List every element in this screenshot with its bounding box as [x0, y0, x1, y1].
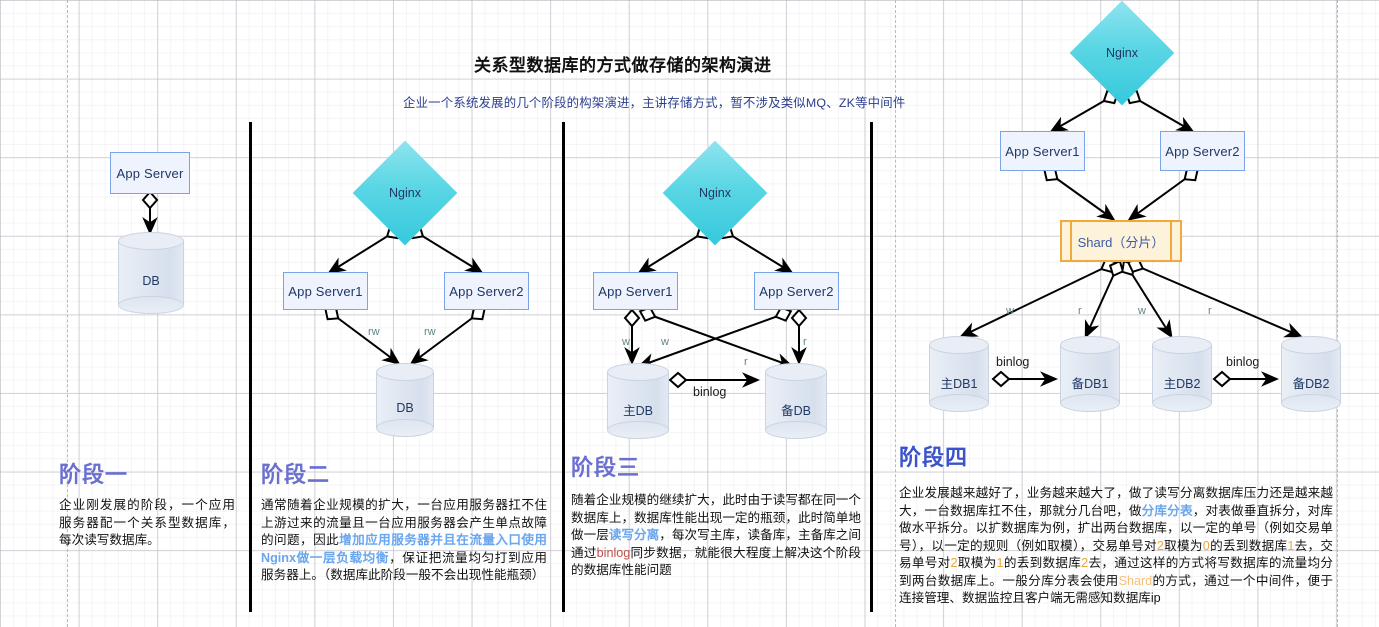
- stage4-desc-part: 取模为: [1163, 538, 1203, 553]
- stage4-desc-shard: Shard: [1118, 573, 1153, 588]
- node-label: 备DB1: [1071, 376, 1109, 391]
- stage3-title: 阶段三: [571, 455, 641, 480]
- node-label: Nginx: [699, 186, 731, 200]
- stage2-edge-label-rw-left: rw: [368, 326, 380, 338]
- stage4-desc-part: 的丢到数据库: [1209, 538, 1288, 553]
- stage4-desc-num: 2: [1156, 538, 1164, 553]
- node-label: Shard（分片）: [1077, 234, 1165, 250]
- node-label: Nginx: [389, 186, 421, 200]
- stage3-nginx-node[interactable]: Nginx: [662, 140, 768, 246]
- node-label: DB: [142, 274, 160, 288]
- node-label: Nginx: [1106, 46, 1138, 60]
- section-divider-2-3: [562, 122, 565, 612]
- stage4-shard-node[interactable]: Shard（分片）: [1060, 220, 1182, 262]
- stage2-description: 通常随着企业规模的扩大，一台应用服务器扛不住上游过来的流量且一台应用服务器会产生…: [261, 497, 547, 585]
- page-break-guide: [1337, 0, 1338, 627]
- stage3-app-server2-node[interactable]: App Server2: [754, 272, 839, 310]
- diagram-canvas: 关系型数据库的方式做存储的架构演进 企业一个系统发展的几个阶段的构架演进，主讲存…: [0, 0, 1379, 627]
- stage4-edge-label-r2: r: [1208, 305, 1212, 317]
- stage3-description: 随着企业规模的继续扩大，此时由于读写都在同一个数据库上，数据库性能出现一定的瓶颈…: [571, 492, 861, 580]
- stage3-edge-label-binlog: binlog: [693, 385, 727, 399]
- node-label: App Server1: [598, 283, 673, 299]
- stage1-description: 企业刚发展的阶段，一个应用服务器配一个关系型数据库，每次读写数据库。: [59, 497, 235, 550]
- stage3-desc-binlog: binlog: [596, 545, 631, 560]
- stage4-app-server1-node[interactable]: App Server1: [1000, 131, 1085, 171]
- node-label: App Server: [116, 165, 184, 181]
- node-label: 主DB: [623, 403, 653, 418]
- stage3-edge-label-r2: r: [803, 336, 807, 348]
- section-divider-3-4: [870, 122, 873, 612]
- stage4-desc-part: 的丢到数据库: [1003, 556, 1082, 570]
- stage3-edge-label-w1: w: [622, 336, 630, 348]
- node-label: DB: [396, 401, 414, 415]
- stage4-slave-db1-node[interactable]: 备DB1: [1060, 336, 1120, 412]
- stage1-desc-part: 企业刚发展的阶段，一个应用服务器配一个关系型数据库，每次读写数据库。: [59, 498, 235, 547]
- stage4-edge-label-binlog2: binlog: [1226, 355, 1260, 369]
- page-subtitle: 企业一个系统发展的几个阶段的构架演进，主讲存储方式，暂不涉及类似MQ、ZK等中间…: [403, 96, 906, 110]
- stage2-app-server2-node[interactable]: App Server2: [444, 272, 529, 310]
- stage4-master-db1-node[interactable]: 主DB1: [929, 336, 989, 412]
- stage1-title: 阶段一: [59, 462, 129, 487]
- stage3-master-db-node[interactable]: 主DB: [607, 363, 669, 439]
- node-label: App Server1: [1005, 143, 1080, 159]
- stage4-slave-db2-node[interactable]: 备DB2: [1281, 336, 1341, 412]
- stage4-edge-label-w2: w: [1138, 305, 1146, 317]
- stage2-title: 阶段二: [261, 462, 331, 487]
- stage1-db-node[interactable]: DB: [118, 232, 184, 314]
- stage4-nginx-node[interactable]: Nginx: [1069, 0, 1175, 106]
- node-label: 备DB2: [1292, 376, 1330, 391]
- node-label: App Server1: [288, 283, 363, 299]
- stage1-app-server-node[interactable]: App Server: [110, 152, 190, 194]
- stage2-nginx-node[interactable]: Nginx: [352, 140, 458, 246]
- stage4-edge-label-r1: r: [1078, 305, 1082, 317]
- stage3-slave-db-node[interactable]: 备DB: [765, 363, 827, 439]
- stage4-desc-num: 2: [950, 556, 958, 570]
- stage4-master-db2-node[interactable]: 主DB2: [1152, 336, 1212, 412]
- stage4-edge-label-w1: w: [1006, 305, 1014, 317]
- stage2-db-node[interactable]: DB: [376, 363, 434, 437]
- stage4-app-server2-node[interactable]: App Server2: [1160, 131, 1245, 171]
- stage4-description: 企业发展越来越好了，业务越来越大了，做了读写分离数据库压力还是越来越大，一台数据…: [899, 485, 1333, 608]
- stage4-title: 阶段四: [899, 445, 969, 470]
- node-label: App Server2: [759, 283, 834, 299]
- stage2-app-server1-node[interactable]: App Server1: [283, 272, 368, 310]
- stage3-app-server1-node[interactable]: App Server1: [593, 272, 678, 310]
- stage3-desc-highlight: 读写分离: [608, 528, 660, 542]
- stage3-edge-label-w2: w: [661, 336, 669, 348]
- stage4-desc-num: 1: [996, 556, 1004, 570]
- stage3-edge-label-r1: r: [744, 356, 748, 368]
- node-label: App Server2: [1165, 143, 1240, 159]
- stage4-edge-label-binlog1: binlog: [996, 355, 1030, 369]
- stage4-desc-part: 取模为: [957, 556, 997, 570]
- stage4-desc-highlight: 分库分表: [1141, 503, 1193, 518]
- stage2-edge-label-rw-right: rw: [424, 326, 436, 338]
- node-label: 备DB: [781, 403, 811, 418]
- stage4-desc-num: 0: [1202, 538, 1210, 553]
- node-label: 主DB1: [940, 376, 978, 391]
- node-label: 主DB2: [1163, 376, 1201, 391]
- section-divider-1-2: [249, 122, 252, 612]
- node-label: App Server2: [449, 283, 524, 299]
- page-title: 关系型数据库的方式做存储的架构演进: [474, 56, 772, 75]
